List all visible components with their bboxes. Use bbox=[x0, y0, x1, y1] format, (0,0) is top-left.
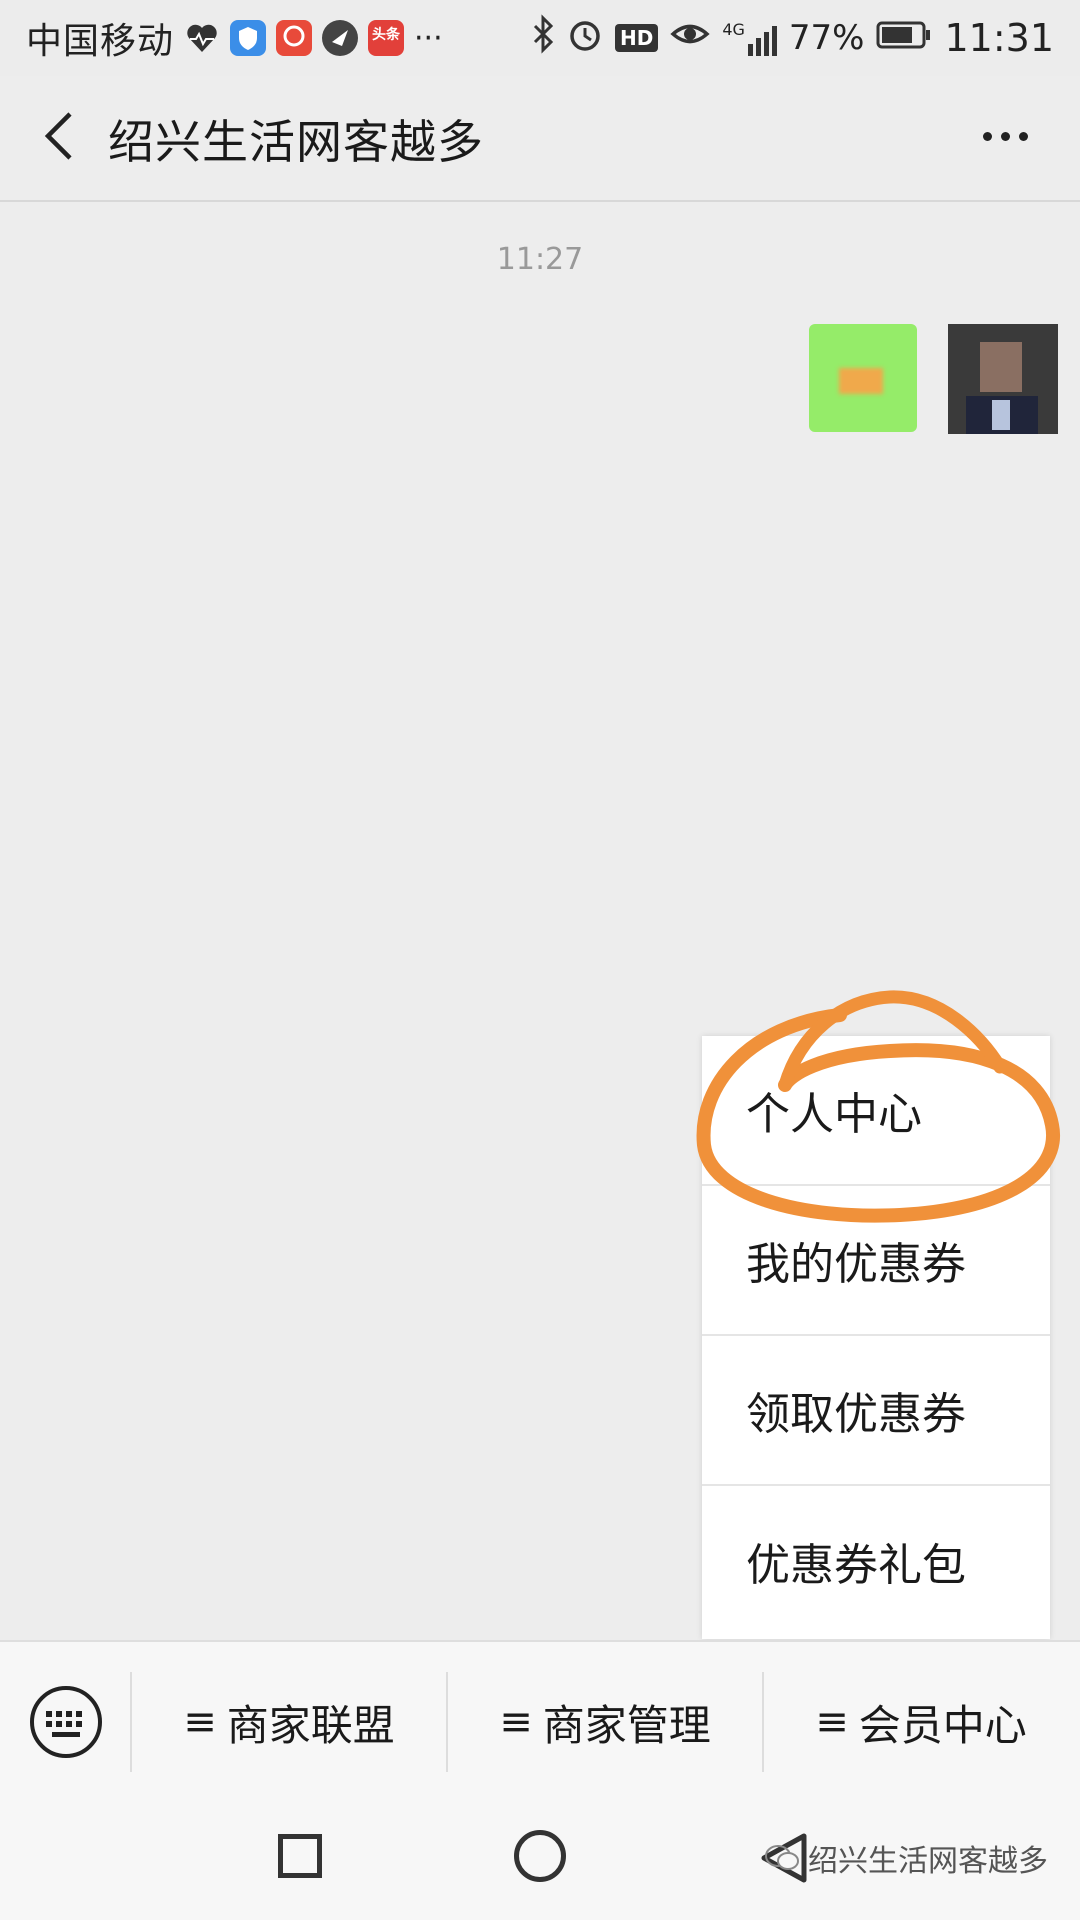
bottom-menu-label: 商家管理 bbox=[542, 1700, 711, 1750]
menu-item-label: 优惠券礼包 bbox=[746, 1540, 966, 1591]
hd-label: HD bbox=[619, 26, 654, 50]
battery-icon bbox=[876, 18, 932, 59]
menu-merchant-alliance[interactable]: ≡ 商家联盟 bbox=[132, 1642, 446, 1802]
status-right: HD 4G 77% 11:31 bbox=[531, 12, 1054, 64]
keyboard-icon bbox=[30, 1686, 102, 1758]
avatar[interactable] bbox=[948, 324, 1058, 434]
more-options-button[interactable] bbox=[970, 106, 1040, 166]
toutiao-icon: 头条 bbox=[368, 20, 405, 56]
menu-lines-icon: ≡ bbox=[499, 1699, 533, 1745]
menu-lines-icon: ≡ bbox=[183, 1699, 217, 1745]
title-bar: 绍兴生活网客越多 bbox=[0, 76, 1080, 202]
menu-item-personal-center[interactable]: 个人中心 bbox=[702, 1036, 1050, 1186]
menu-item-label: 领取优惠券 bbox=[746, 1389, 966, 1440]
menu-item-my-coupons[interactable]: 我的优惠券 bbox=[702, 1186, 1050, 1336]
menu-member-center[interactable]: ≡ 会员中心 bbox=[764, 1642, 1078, 1802]
more-notifications-label: ··· bbox=[414, 20, 443, 56]
network-type-label: 4G bbox=[722, 20, 745, 39]
bird-icon bbox=[322, 20, 359, 56]
status-time: 11:31 bbox=[944, 16, 1054, 60]
chat-timestamp: 11:27 bbox=[496, 242, 584, 277]
chevron-left-icon bbox=[44, 112, 72, 160]
page-title: 绍兴生活网客越多 bbox=[108, 115, 484, 169]
dot-icon bbox=[982, 131, 992, 141]
alarm-icon bbox=[567, 14, 603, 63]
status-bar: 中国移动 头条 ··· HD 4G 77% 11:31 bbox=[0, 0, 1080, 76]
menu-item-coupon-pack[interactable]: 优惠券礼包 bbox=[702, 1486, 1050, 1636]
eye-icon bbox=[670, 18, 710, 59]
system-nav-bar: 绍兴生活网客越多 bbox=[0, 1800, 1080, 1920]
menu-item-label: 我的优惠券 bbox=[746, 1239, 966, 1290]
menu-merchant-management[interactable]: ≡ 商家管理 bbox=[448, 1642, 762, 1802]
pixelated-content bbox=[839, 368, 883, 394]
watermark: 绍兴生活网客越多 bbox=[764, 1836, 1048, 1880]
signal-icon: 4G bbox=[722, 20, 777, 56]
battery-percent: 77% bbox=[788, 18, 865, 58]
hd-icon: HD bbox=[614, 24, 659, 52]
bluetooth-icon bbox=[531, 13, 555, 63]
home-button[interactable] bbox=[514, 1830, 566, 1882]
keyboard-toggle-button[interactable] bbox=[28, 1684, 104, 1760]
menu-lines-icon: ≡ bbox=[815, 1699, 849, 1745]
menu-item-get-coupons[interactable]: 领取优惠券 bbox=[702, 1336, 1050, 1486]
watermark-text: 绍兴生活网客越多 bbox=[808, 1844, 1048, 1879]
screen: 中国移动 头条 ··· HD 4G 77% 11:31 绍兴生活网客越多 11:… bbox=[0, 0, 1080, 1920]
health-icon bbox=[184, 20, 220, 56]
menu-item-label: 个人中心 bbox=[746, 1089, 922, 1140]
popup-menu: 个人中心 我的优惠券 领取优惠券 优惠券礼包 bbox=[702, 1036, 1050, 1639]
carrier-label: 中国移动 bbox=[26, 21, 175, 62]
dot-icon bbox=[1018, 131, 1028, 141]
bottom-menu-label: 商家联盟 bbox=[226, 1700, 395, 1750]
dot-icon bbox=[1000, 131, 1010, 141]
back-button[interactable] bbox=[28, 104, 92, 168]
bottom-menu-label: 会员中心 bbox=[858, 1700, 1027, 1750]
wechat-icon bbox=[765, 1845, 799, 1870]
recent-apps-button[interactable] bbox=[278, 1834, 322, 1878]
status-left: 中国移动 头条 ··· bbox=[26, 12, 443, 64]
bottom-menu-bar: ≡ 商家联盟 ≡ 商家管理 ≡ 会员中心 bbox=[0, 1640, 1080, 1802]
toutiao-label: 头条 bbox=[372, 27, 401, 43]
shield-icon bbox=[230, 20, 267, 56]
message-bubble[interactable] bbox=[809, 324, 917, 432]
news-app-icon bbox=[276, 20, 313, 56]
